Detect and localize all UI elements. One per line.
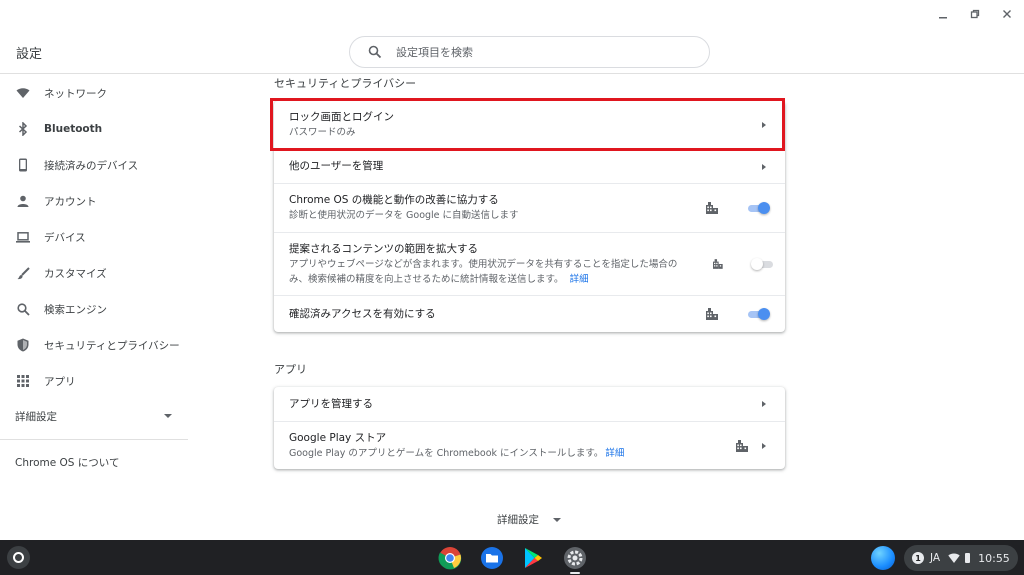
sidebar-item-bluetooth[interactable]: Bluetooth: [0, 111, 188, 147]
contextual-content-toggle[interactable]: [750, 258, 773, 270]
assistant-icon[interactable]: [871, 546, 895, 570]
chevron-right-icon: [762, 122, 766, 128]
manage-apps-row[interactable]: アプリを管理する: [274, 387, 785, 421]
sidebar-item-label: 接続済みのデバイス: [44, 159, 139, 172]
sidebar-item-security-privacy[interactable]: セキュリティとプライバシー: [0, 327, 188, 363]
page-title: 設定: [16, 47, 43, 62]
security-card: ロック画面とログイン パスワードのみ 他のユーザーを管理 Chrome OS の…: [274, 101, 785, 332]
apps-grid-icon: [16, 374, 30, 388]
window-controls: [936, 0, 1024, 28]
section-title-security: セキュリティとプライバシー: [274, 77, 417, 90]
contextual-content-row: 提案されるコンテンツの範囲を拡大する アプリやウェブページなどが含まれます。使用…: [274, 232, 785, 295]
advanced-settings-toggle[interactable]: 詳細設定: [497, 512, 561, 527]
row-subtitle: パスワードのみ: [289, 127, 356, 138]
brush-icon: [16, 266, 30, 280]
launcher-button[interactable]: [7, 546, 30, 569]
sidebar-item-label: 検索エンジン: [44, 303, 107, 316]
google-play-row[interactable]: Google Play ストア Google Play のアプリとゲームを Ch…: [274, 421, 785, 469]
lock-screen-row[interactable]: ロック画面とログイン パスワードのみ: [274, 101, 785, 149]
row-title: ロック画面とログイン: [289, 111, 394, 123]
row-title: 提案されるコンテンツの範囲を拡大する: [289, 242, 478, 255]
settings-icon[interactable]: [562, 545, 588, 571]
bluetooth-icon: [16, 122, 30, 136]
sidebar-item-label: デバイス: [44, 231, 86, 244]
search-input[interactable]: [396, 45, 676, 59]
ime-indicator: JA: [930, 552, 941, 564]
wifi-status-icon: [948, 553, 960, 563]
status-tray[interactable]: 1 JA 10:55: [904, 545, 1018, 571]
sidebar-item-label: Bluetooth: [44, 123, 103, 135]
sidebar-item-label: セキュリティとプライバシー: [44, 339, 180, 352]
minimize-icon[interactable]: [936, 7, 950, 21]
sidebar-item-label: ネットワーク: [44, 87, 107, 100]
learn-more-link[interactable]: 詳細: [570, 274, 589, 285]
chevron-down-icon: [553, 517, 561, 522]
row-subtitle: Google Play のアプリとゲームを Chromebook にインストール…: [289, 447, 604, 459]
sidebar-item-label: Chrome OS について: [15, 456, 120, 469]
sidebar-advanced-toggle[interactable]: 詳細設定: [0, 399, 188, 433]
verified-access-row: 確認済みアクセスを有効にする: [274, 295, 785, 332]
section-title-apps: アプリ: [274, 363, 307, 376]
search-box[interactable]: [349, 36, 710, 68]
enterprise-policy-icon: [706, 202, 718, 214]
row-title: アプリを管理する: [289, 397, 373, 410]
enterprise-policy-icon: [713, 259, 723, 269]
usage-stats-toggle[interactable]: [746, 202, 770, 214]
divider: [0, 439, 188, 440]
row-subtitle: アプリやウェブページなどが含まれます。使用状況データを共有することを指定した場合…: [289, 258, 678, 285]
chrome-icon[interactable]: [437, 545, 463, 571]
chevron-right-icon: [762, 163, 766, 170]
chevron-right-icon: [762, 401, 766, 407]
sidebar-item-connected-devices[interactable]: 接続済みのデバイス: [0, 147, 188, 183]
files-icon[interactable]: [479, 545, 505, 571]
row-title: 確認済みアクセスを有効にする: [289, 307, 436, 320]
sidebar-item-network[interactable]: ネットワーク: [0, 75, 188, 111]
chevron-down-icon: [164, 414, 172, 418]
sidebar-item-label: カスタマイズ: [44, 267, 107, 280]
person-icon: [16, 194, 30, 208]
enterprise-policy-icon: [736, 439, 748, 452]
row-title: Chrome OS の機能と動作の改善に協力する: [289, 194, 499, 206]
enterprise-policy-icon: [706, 308, 718, 320]
chevron-right-icon: [762, 442, 766, 449]
sidebar-item-apps[interactable]: アプリ: [0, 363, 188, 399]
sidebar-item-personalization[interactable]: カスタマイズ: [0, 255, 188, 291]
sidebar-advanced-label: 詳細設定: [15, 410, 57, 423]
manage-users-row[interactable]: 他のユーザーを管理: [274, 149, 785, 183]
active-app-indicator: [570, 572, 580, 574]
sidebar-item-device[interactable]: デバイス: [0, 219, 188, 255]
clock: 10:55: [978, 551, 1010, 565]
apps-card: アプリを管理する Google Play ストア Google Play のアプ…: [274, 387, 785, 469]
launcher-icon: [13, 552, 24, 563]
sidebar-item-label: アカウント: [44, 195, 97, 208]
search-icon: [368, 45, 382, 59]
usage-stats-row: Chrome OS の機能と動作の改善に協力する 診断と使用状況のデータを Go…: [274, 183, 785, 232]
verified-access-toggle[interactable]: [746, 308, 770, 320]
row-title: Google Play ストア: [289, 431, 387, 444]
sidebar-item-search-engine[interactable]: 検索エンジン: [0, 291, 188, 327]
close-icon[interactable]: [1000, 7, 1014, 21]
notification-badge: 1: [912, 552, 924, 564]
restore-icon[interactable]: [968, 7, 982, 21]
sidebar-item-label: アプリ: [44, 375, 76, 388]
learn-more-link[interactable]: 詳細: [605, 448, 624, 459]
row-title: 他のユーザーを管理: [289, 160, 384, 172]
laptop-icon: [16, 230, 30, 244]
play-store-icon[interactable]: [520, 545, 546, 571]
header: 設定: [0, 28, 1024, 74]
advanced-settings-label: 詳細設定: [497, 514, 539, 526]
sidebar-item-about[interactable]: Chrome OS について: [0, 446, 188, 478]
sidebar: ネットワーク Bluetooth 接続済みのデバイス アカウント デバイス カス…: [0, 75, 188, 478]
search-icon: [16, 302, 30, 316]
wifi-icon: [16, 86, 30, 100]
shield-icon: [16, 338, 30, 352]
phone-icon: [16, 158, 30, 172]
battery-icon: [965, 553, 971, 563]
row-subtitle: 診断と使用状況のデータを Google に自動送信します: [289, 210, 519, 221]
sidebar-item-accounts[interactable]: アカウント: [0, 183, 188, 219]
